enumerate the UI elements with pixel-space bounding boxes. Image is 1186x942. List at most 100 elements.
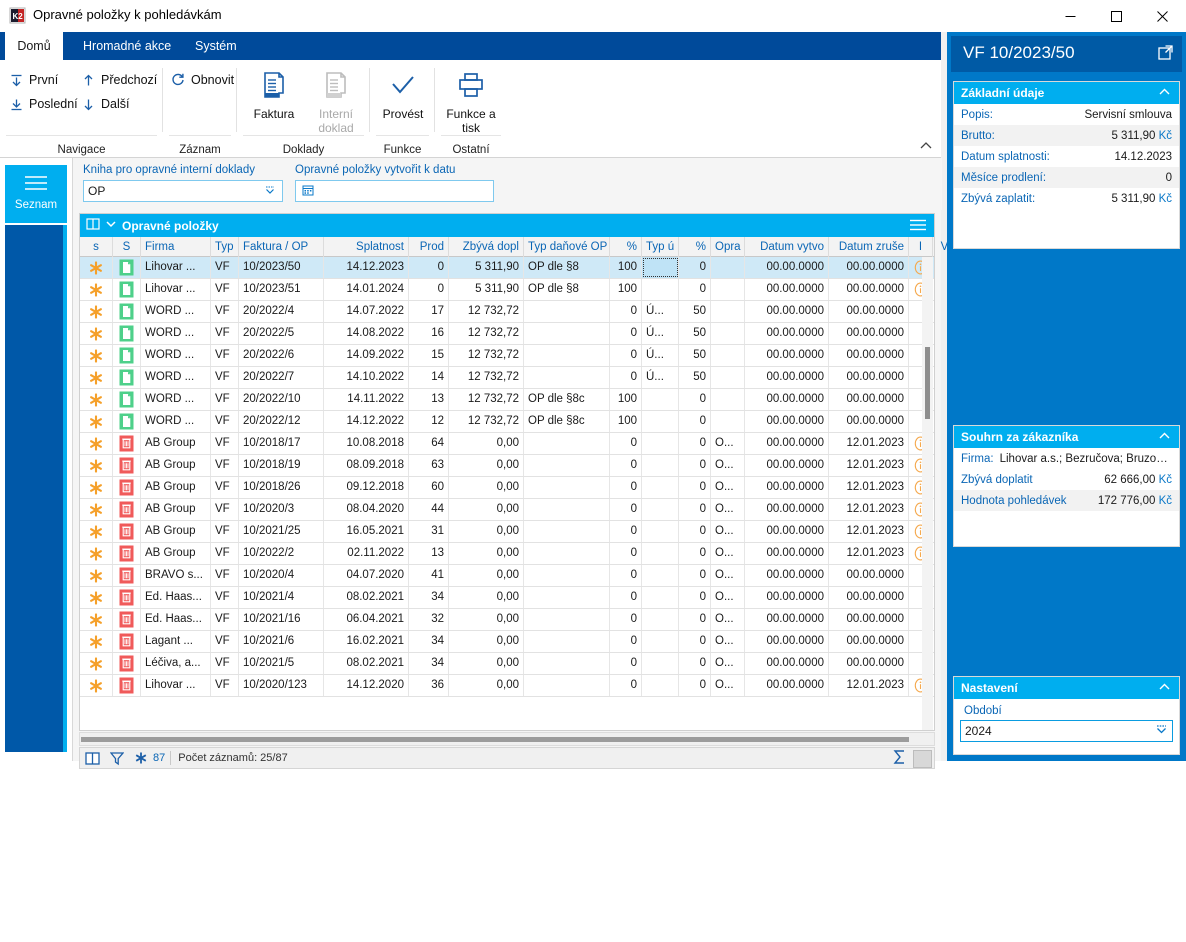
cell-typ[interactable]: VF — [211, 301, 239, 322]
cell-pct1[interactable]: 0 — [610, 521, 642, 542]
cell-tdo[interactable] — [524, 433, 610, 454]
cell-tdo[interactable] — [524, 653, 610, 674]
row-asterisk-icon[interactable] — [80, 455, 113, 476]
cell-spl[interactable]: 02.11.2022 — [324, 543, 409, 564]
cell-fakt[interactable]: 10/2020/123 — [239, 675, 324, 696]
cell-tu[interactable] — [642, 455, 679, 476]
minimize-button[interactable] — [1047, 0, 1093, 32]
table-row[interactable]: Lihovar ...VF10/2023/5114.01.202405 311,… — [80, 279, 934, 301]
row-asterisk-icon[interactable] — [80, 521, 113, 542]
cell-dvyt[interactable]: 00.00.0000 — [745, 653, 829, 674]
cell-dvyt[interactable]: 00.00.0000 — [745, 323, 829, 344]
nav-prev-button[interactable]: Předchozí — [82, 68, 157, 92]
row-document-status-icon[interactable] — [113, 323, 141, 344]
obdobi-input[interactable]: 2024 — [960, 720, 1173, 742]
cell-pct2[interactable]: 50 — [679, 345, 711, 366]
cell-pct2[interactable]: 0 — [679, 455, 711, 476]
cell-prod[interactable]: 17 — [409, 301, 449, 322]
cell-zbyva[interactable]: 12 732,72 — [449, 389, 524, 410]
cell-dzru[interactable]: 00.00.0000 — [829, 587, 909, 608]
row-asterisk-icon[interactable] — [80, 675, 113, 696]
cell-typ[interactable]: VF — [211, 411, 239, 432]
cell-dzru[interactable]: 12.01.2023 — [829, 521, 909, 542]
close-button[interactable] — [1139, 0, 1185, 32]
cell-opra[interactable]: O... — [711, 499, 745, 520]
cell-typ[interactable]: VF — [211, 433, 239, 454]
row-asterisk-icon[interactable] — [80, 543, 113, 564]
cell-dzru[interactable]: 00.00.0000 — [829, 389, 909, 410]
cell-typ[interactable]: VF — [211, 257, 239, 278]
tab-domu[interactable]: Domů — [5, 32, 63, 60]
cell-tdo[interactable] — [524, 587, 610, 608]
cell-opra[interactable] — [711, 301, 745, 322]
cell-dvyt[interactable]: 00.00.0000 — [745, 257, 829, 278]
cell-firma[interactable]: AB Group — [141, 543, 211, 564]
row-warning-icon[interactable] — [933, 455, 934, 476]
row-asterisk-icon[interactable] — [80, 499, 113, 520]
row-warning-icon[interactable] — [933, 279, 934, 300]
cell-prod[interactable]: 34 — [409, 631, 449, 652]
row-asterisk-icon[interactable] — [80, 345, 113, 366]
funkce-a-tisk-button[interactable]: Funkce a tisk — [438, 66, 504, 135]
cell-dzru[interactable]: 00.00.0000 — [829, 301, 909, 322]
cell-firma[interactable]: AB Group — [141, 433, 211, 454]
scrollbar-thumb[interactable] — [81, 737, 909, 742]
cell-spl[interactable]: 08.09.2018 — [324, 455, 409, 476]
cell-pct2[interactable]: 0 — [679, 565, 711, 586]
cell-tu[interactable]: Ú... — [642, 323, 679, 344]
cell-spl[interactable]: 14.12.2020 — [324, 675, 409, 696]
row-warning-icon[interactable] — [933, 609, 934, 630]
cell-typ[interactable]: VF — [211, 279, 239, 300]
cell-spl[interactable]: 10.08.2018 — [324, 433, 409, 454]
row-warning-icon[interactable] — [933, 301, 934, 322]
cell-tu[interactable] — [642, 389, 679, 410]
cell-firma[interactable]: Lihovar ... — [141, 279, 211, 300]
cell-dzru[interactable]: 00.00.0000 — [829, 367, 909, 388]
row-deleted-status-icon[interactable] — [113, 433, 141, 454]
table-row[interactable]: Lagant ...VF10/2021/616.02.2021340,0000O… — [80, 631, 934, 653]
cell-tdo[interactable]: OP dle §8c — [524, 411, 610, 432]
cell-zbyva[interactable]: 0,00 — [449, 565, 524, 586]
cell-pct1[interactable]: 100 — [610, 411, 642, 432]
table-row[interactable]: WORD ...VF20/2022/414.07.20221712 732,72… — [80, 301, 934, 323]
card-header-nastaveni[interactable]: Nastavení — [954, 677, 1179, 699]
cell-pct2[interactable]: 50 — [679, 301, 711, 322]
row-document-status-icon[interactable] — [113, 389, 141, 410]
cell-spl[interactable]: 16.05.2021 — [324, 521, 409, 542]
cell-opra[interactable]: O... — [711, 609, 745, 630]
column-header-opra[interactable]: Opra — [711, 237, 745, 257]
cell-firma[interactable]: AB Group — [141, 499, 211, 520]
status-book-button[interactable] — [80, 748, 105, 768]
cell-tdo[interactable] — [524, 367, 610, 388]
cell-opra[interactable]: O... — [711, 675, 745, 696]
row-warning-icon[interactable] — [933, 499, 934, 520]
cell-tdo[interactable] — [524, 609, 610, 630]
cell-firma[interactable]: AB Group — [141, 521, 211, 542]
cell-dzru[interactable]: 00.00.0000 — [829, 631, 909, 652]
column-header-s[interactable]: s — [80, 237, 113, 257]
cell-fakt[interactable]: 10/2021/25 — [239, 521, 324, 542]
cell-pct1[interactable]: 0 — [610, 345, 642, 366]
cell-tu[interactable]: Ú... — [642, 301, 679, 322]
chevron-down-icon[interactable] — [105, 218, 117, 233]
table-row[interactable]: AB GroupVF10/2018/1908.09.2018630,0000O.… — [80, 455, 934, 477]
row-warning-icon[interactable] — [933, 323, 934, 344]
row-warning-icon[interactable] — [933, 411, 934, 432]
cell-dzru[interactable]: 12.01.2023 — [829, 477, 909, 498]
cell-prod[interactable]: 36 — [409, 675, 449, 696]
table-row[interactable]: WORD ...VF20/2022/1014.11.20221312 732,7… — [80, 389, 934, 411]
cell-opra[interactable] — [711, 279, 745, 300]
cell-zbyva[interactable]: 0,00 — [449, 521, 524, 542]
column-header-zbyva[interactable]: Zbývá dopl — [449, 237, 524, 257]
row-document-status-icon[interactable] — [113, 411, 141, 432]
cell-dzru[interactable]: 00.00.0000 — [829, 411, 909, 432]
cell-prod[interactable]: 41 — [409, 565, 449, 586]
cell-dvyt[interactable]: 00.00.0000 — [745, 367, 829, 388]
cell-tdo[interactable]: OP dle §8 — [524, 279, 610, 300]
column-header-spl[interactable]: Splatnost — [324, 237, 409, 257]
cell-dvyt[interactable]: 00.00.0000 — [745, 455, 829, 476]
cell-firma[interactable]: AB Group — [141, 455, 211, 476]
cell-tu[interactable] — [642, 675, 679, 696]
maximize-button[interactable] — [1093, 0, 1139, 32]
cell-zbyva[interactable]: 5 311,90 — [449, 279, 524, 300]
